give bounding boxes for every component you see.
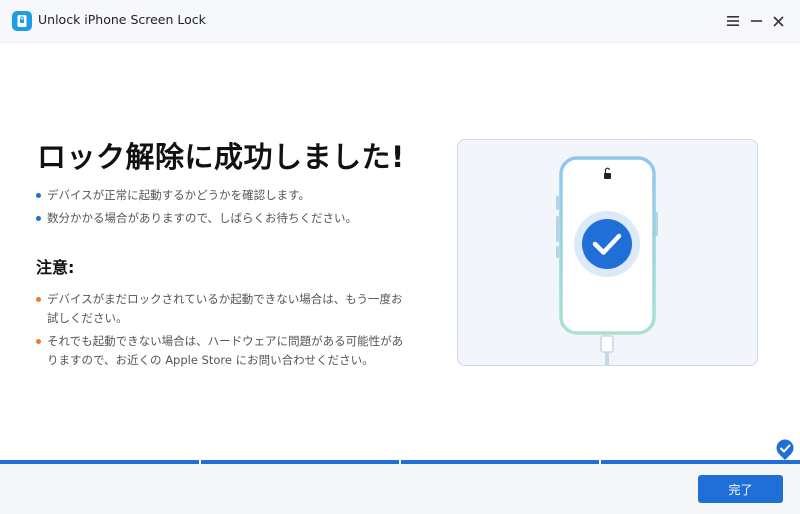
note-heading: 注意:	[36, 258, 75, 277]
list-item: それでも起動できない場合は、ハードウェアに問題がある可能性がありますので、お近く…	[36, 332, 408, 370]
minimize-icon	[750, 20, 762, 22]
bullet-icon	[36, 297, 41, 302]
list-item: デバイスが正常に起動するかどうかを確認します。	[36, 186, 416, 205]
info-list: デバイスが正常に起動するかどうかを確認します。 数分かかる場合がありますので、し…	[36, 186, 416, 232]
bullet-icon	[36, 216, 41, 221]
phone-icon	[556, 156, 658, 365]
footer-bar	[0, 464, 800, 514]
note-item-text: それでも起動できない場合は、ハードウェアに問題がある可能性がありますので、お近く…	[47, 334, 404, 367]
hamburger-icon	[727, 16, 739, 26]
window-title: Unlock iPhone Screen Lock	[38, 12, 206, 27]
note-item-text: デバイスがまだロックされているか起動できない場合は、もう一度お試しください。	[47, 292, 403, 325]
info-item-text: 数分かかる場合がありますので、しばらくお待ちください。	[47, 211, 358, 225]
note-list: デバイスがまだロックされているか起動できない場合は、もう一度お試しください。 そ…	[36, 290, 408, 374]
bullet-icon	[36, 339, 41, 344]
menu-button[interactable]	[722, 10, 744, 32]
progress-complete-icon	[775, 439, 795, 461]
bullet-icon	[36, 193, 41, 198]
list-item: 数分かかる場合がありますので、しばらくお待ちください。	[36, 209, 416, 228]
close-button[interactable]	[767, 10, 789, 32]
list-item: デバイスがまだロックされているか起動できない場合は、もう一度お試しください。	[36, 290, 408, 328]
minimize-button[interactable]	[745, 10, 767, 32]
app-logo-icon	[12, 11, 32, 31]
info-item-text: デバイスが正常に起動するかどうかを確認します。	[47, 188, 311, 202]
usb-cable-icon	[600, 335, 614, 365]
close-icon	[772, 15, 784, 27]
page-title: ロック解除に成功しました!	[37, 140, 405, 174]
done-button[interactable]: 完了	[698, 475, 783, 503]
unlock-success-illustration	[457, 139, 758, 366]
title-bar: Unlock iPhone Screen Lock	[0, 0, 800, 43]
